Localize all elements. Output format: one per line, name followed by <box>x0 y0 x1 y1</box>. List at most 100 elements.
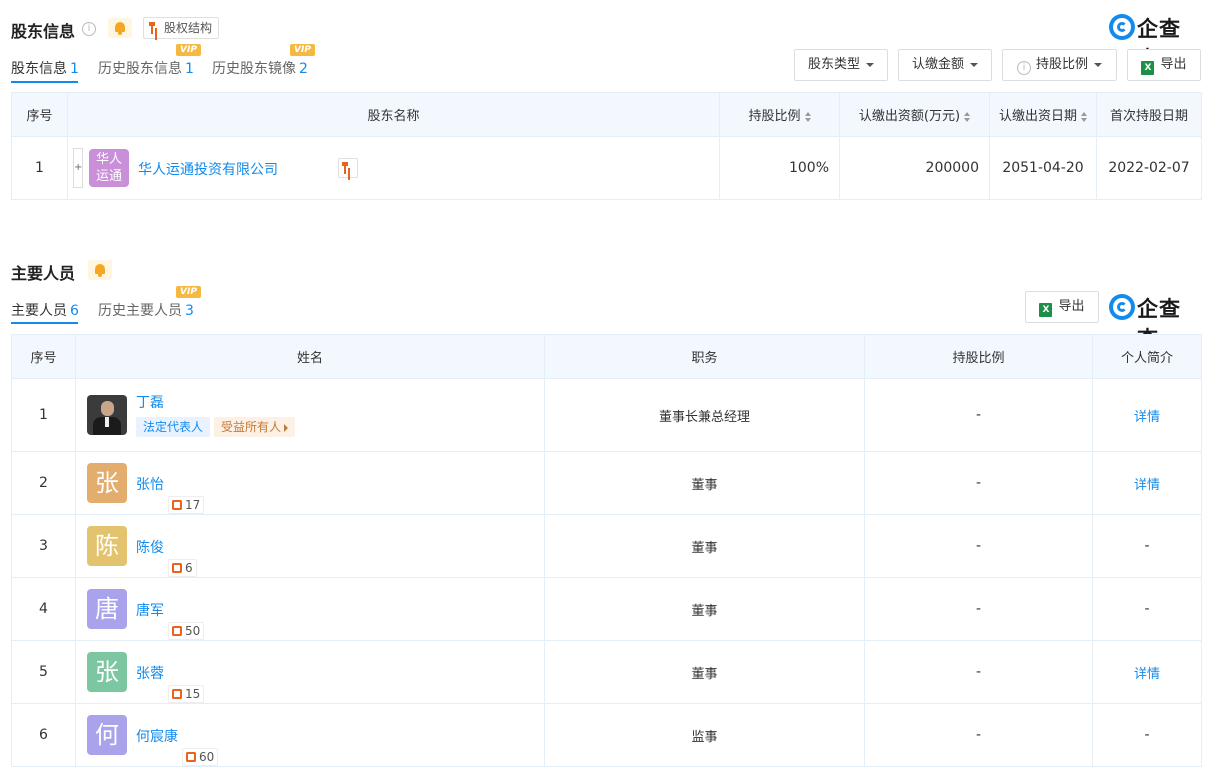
person-name-cell: 张 张蓉 15 <box>75 640 545 704</box>
row-number: 1 <box>11 136 68 200</box>
person-avatar[interactable]: 张 <box>87 463 127 503</box>
beneficial-owner-tag[interactable]: 受益所有人 <box>214 417 296 437</box>
person-name-link[interactable]: 丁磊 <box>136 392 164 412</box>
table-row: 5 张 张蓉 15 董事 - 详情 <box>11 640 1202 704</box>
equity-structure-button[interactable]: 股权结构 <box>143 17 220 39</box>
table-row: 4 唐 唐军 50 董事 - - <box>11 577 1202 641</box>
filter-label: 持股比例 <box>1035 57 1088 72</box>
caret-down-icon <box>866 62 874 67</box>
relation-count: 6 <box>185 561 193 575</box>
role-cell: 董事 <box>544 640 865 704</box>
export-personnel-button[interactable]: X 导出 <box>1025 291 1099 323</box>
info-icon[interactable]: i <box>82 22 96 36</box>
row-number: 2 <box>11 451 76 515</box>
person-name-link[interactable]: 唐军 <box>136 600 164 620</box>
role-cell: 董事 <box>544 451 865 515</box>
relation-count: 15 <box>185 687 201 701</box>
relation-icon <box>172 626 182 636</box>
col-header: 首次持股日期 <box>1096 92 1202 137</box>
intro-link[interactable]: 详情 <box>1092 378 1202 452</box>
intro-link[interactable]: 详情 <box>1092 451 1202 515</box>
ratio-cell: - <box>864 451 1093 515</box>
bell-icon[interactable] <box>108 18 132 38</box>
ratio-cell: 100% <box>719 136 840 200</box>
filter-label: 股东类型 <box>807 57 860 72</box>
info-icon: i <box>1016 61 1031 75</box>
col-header: 职务 <box>544 334 865 379</box>
personnel-table: 序号 姓名 职务 持股比例 个人简介 1 丁磊 54 法定代表人受益所有人 董事… <box>11 334 1202 767</box>
col-header-sortable[interactable]: 认缴出资额(万元) <box>839 92 990 137</box>
table-row: 3 陈 陈俊 6 董事 - - <box>11 514 1202 578</box>
filter-shareholder-type[interactable]: 股东类型 <box>794 49 888 81</box>
tree-icon <box>149 22 161 34</box>
row-number: 3 <box>11 514 76 578</box>
tab-history-mirror[interactable]: 历史股东镜像 2 <box>212 58 308 78</box>
relation-count: 60 <box>199 750 215 764</box>
tab-shareholders[interactable]: 股东信息 1 <box>11 58 79 78</box>
tab-history-personnel[interactable]: 历史主要人员 3 <box>98 300 194 320</box>
export-label: 导出 <box>1058 299 1085 314</box>
expand-icon[interactable]: + <box>73 148 83 188</box>
ratio-cell: - <box>864 703 1093 767</box>
excel-icon: X <box>1141 61 1155 75</box>
filter-amount[interactable]: 认缴金额 <box>898 49 992 81</box>
person-photo[interactable] <box>87 395 127 435</box>
shareholder-name-link[interactable]: 华人运通投资有限公司 <box>138 159 278 179</box>
person-name-link[interactable]: 何宸康 <box>136 726 178 746</box>
relation-count-badge[interactable]: 60 <box>182 748 219 766</box>
col-header: 个人简介 <box>1092 334 1202 379</box>
tag-label: 受益所有人 <box>221 420 282 434</box>
company-avatar: 华人 运通 <box>89 149 129 187</box>
col-header: 序号 <box>11 334 76 379</box>
export-shareholders-button[interactable]: X 导出 <box>1127 49 1201 81</box>
person-name-link[interactable]: 张怡 <box>136 474 164 494</box>
relation-count-badge[interactable]: 50 <box>168 622 205 640</box>
tab-history-shareholders[interactable]: 历史股东信息 1 <box>98 58 194 78</box>
person-avatar[interactable]: 唐 <box>87 589 127 629</box>
relation-count-badge[interactable]: 6 <box>168 559 197 577</box>
col-header: 股东名称 <box>67 92 720 137</box>
role-cell: 董事长兼总经理 <box>544 378 865 452</box>
shareholder-name-cell: + 华人 运通 华人运通投资有限公司 <box>67 136 720 200</box>
avatar-line: 运通 <box>95 169 122 184</box>
person-name-cell: 何 何宸康 60 <box>75 703 545 767</box>
tab-personnel[interactable]: 主要人员 6 <box>11 300 79 320</box>
relation-count-badge[interactable]: 15 <box>168 685 205 703</box>
qcc-logo: 企查查 <box>1109 14 1201 71</box>
role-cell: 董事 <box>544 514 865 578</box>
tree-icon <box>342 162 354 174</box>
legal-rep-tag: 法定代表人 <box>136 417 211 437</box>
filter-label: 认缴金额 <box>911 57 964 72</box>
col-header-sortable[interactable]: 持股比例 <box>719 92 840 137</box>
ratio-cell: - <box>864 514 1093 578</box>
sort-icon <box>804 111 811 122</box>
person-name-link[interactable]: 陈俊 <box>136 537 164 557</box>
intro-cell: - <box>1092 703 1202 767</box>
tab-count: 3 <box>185 303 194 319</box>
tab-count: 2 <box>299 61 308 77</box>
table-header-row: 序号 姓名 职务 持股比例 个人简介 <box>11 334 1202 379</box>
col-header-sortable[interactable]: 认缴出资日期 <box>989 92 1097 137</box>
relation-count-badge[interactable]: 17 <box>168 496 205 514</box>
relation-icon <box>172 689 182 699</box>
bell-icon[interactable] <box>88 260 112 280</box>
tab-label: 股东信息 <box>11 61 67 77</box>
tab-label: 历史主要人员 <box>98 303 182 319</box>
person-avatar[interactable]: 何 <box>87 715 127 755</box>
row-number: 5 <box>11 640 76 704</box>
tab-count: 6 <box>70 303 79 319</box>
intro-link[interactable]: 详情 <box>1092 640 1202 704</box>
ratio-cell: - <box>864 378 1093 452</box>
person-name-link[interactable]: 张蓉 <box>136 663 164 683</box>
person-avatar[interactable]: 张 <box>87 652 127 692</box>
row-number: 1 <box>11 378 76 452</box>
col-header: 序号 <box>11 92 68 137</box>
table-row: 1 丁磊 54 法定代表人受益所有人 董事长兼总经理 - 详情 <box>11 378 1202 452</box>
filter-ratio[interactable]: i 持股比例 <box>1002 49 1117 81</box>
tab-count: 1 <box>185 61 194 77</box>
equity-chart-button[interactable] <box>338 158 358 178</box>
row-number: 6 <box>11 703 76 767</box>
person-avatar[interactable]: 陈 <box>87 526 127 566</box>
table-row: 6 何 何宸康 60 监事 - - <box>11 703 1202 767</box>
person-name-cell: 丁磊 54 法定代表人受益所有人 <box>75 378 545 452</box>
